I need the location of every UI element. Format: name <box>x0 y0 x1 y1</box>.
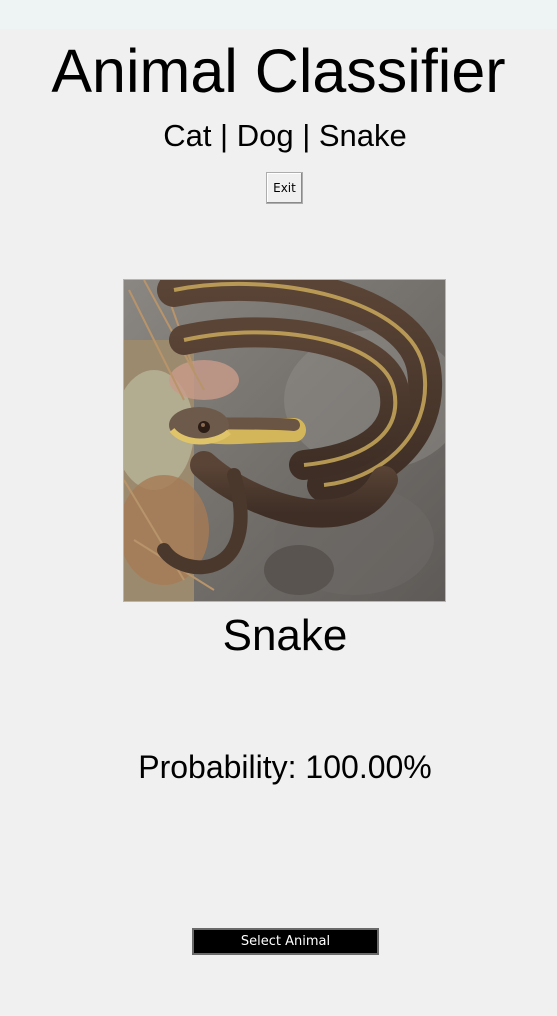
window-titlebar <box>0 0 557 29</box>
app-title: Animal Classifier <box>51 37 506 105</box>
prediction-label: Snake <box>222 611 348 660</box>
exit-button[interactable]: Exit <box>266 172 303 204</box>
snake-photo <box>123 279 446 602</box>
probability-text: Probability: 100.00% <box>138 749 432 785</box>
class-list-subtitle: Cat | Dog | Snake <box>163 118 407 153</box>
snake-photo-illustration <box>124 280 445 601</box>
select-animal-button[interactable]: Select Animal <box>192 928 379 955</box>
